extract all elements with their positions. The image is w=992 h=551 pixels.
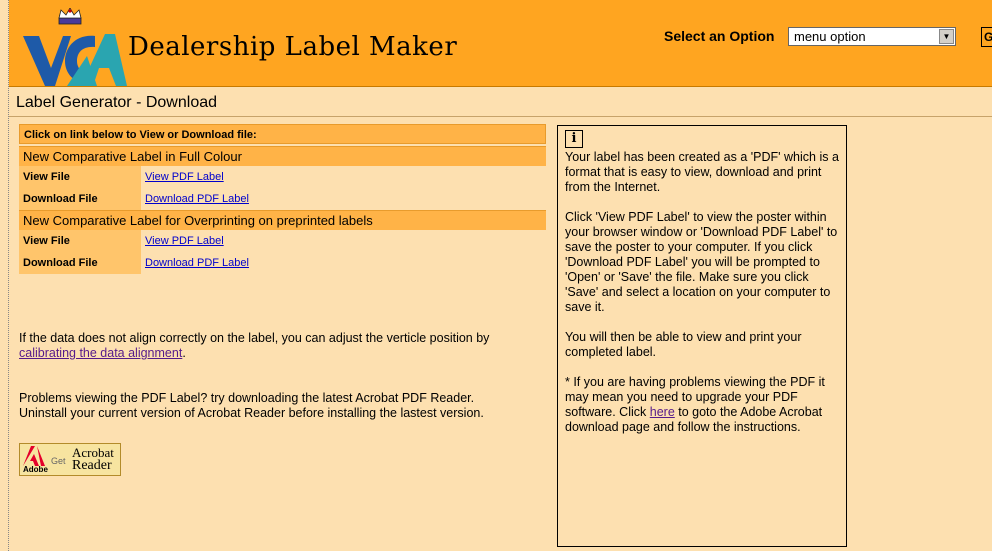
info-paragraph-upgrade: * If you are having problems viewing the… bbox=[565, 375, 825, 434]
chevron-down-icon[interactable]: ▼ bbox=[939, 29, 954, 44]
title-divider bbox=[9, 116, 992, 117]
go-button[interactable]: GO bbox=[981, 27, 992, 47]
downloads-table: Click on link below to View or Download … bbox=[19, 124, 546, 274]
info-paragraph-pdf: Your label has been created as a 'PDF' w… bbox=[565, 150, 839, 194]
download-pdf-link-full-colour[interactable]: Download PDF Label bbox=[145, 193, 249, 205]
view-file-label: View File bbox=[19, 166, 141, 188]
select-option-label: Select an Option bbox=[664, 28, 775, 44]
adobe-logo-icon bbox=[23, 446, 45, 466]
alignment-paragraph: If the data does not align correctly on … bbox=[19, 331, 490, 360]
download-file-label: Download File bbox=[19, 252, 141, 274]
reader-text: Reader bbox=[72, 458, 112, 473]
get-text: Get bbox=[51, 456, 66, 466]
adobe-text: Adobe bbox=[23, 465, 48, 474]
table-row: View File View PDF Label bbox=[19, 230, 546, 252]
section-title-full-colour: New Comparative Label in Full Colour bbox=[19, 146, 546, 166]
acrobat-paragraph: Problems viewing the PDF Label? try down… bbox=[19, 391, 484, 420]
view-pdf-link-full-colour[interactable]: View PDF Label bbox=[145, 171, 224, 183]
info-paragraph-print: You will then be able to view and print … bbox=[565, 330, 802, 359]
option-select-value: menu option bbox=[794, 29, 866, 44]
view-pdf-link-overprint[interactable]: View PDF Label bbox=[145, 235, 224, 247]
downloads-header: Click on link below to View or Download … bbox=[19, 124, 546, 144]
get-acrobat-reader-button[interactable]: Adobe Get Acrobat Reader bbox=[19, 443, 121, 476]
info-panel: i Your label has been created as a 'PDF'… bbox=[557, 125, 847, 547]
download-file-label: Download File bbox=[19, 188, 141, 210]
table-row: View File View PDF Label bbox=[19, 166, 546, 188]
download-pdf-link-overprint[interactable]: Download PDF Label bbox=[145, 257, 249, 269]
adobe-download-link[interactable]: here bbox=[650, 405, 675, 419]
table-row: Download File Download PDF Label bbox=[19, 188, 546, 210]
app-title: Dealership Label Maker bbox=[128, 32, 458, 62]
vca-logo-icon bbox=[23, 8, 127, 86]
info-icon: i bbox=[565, 130, 583, 148]
calibrate-alignment-link[interactable]: calibrating the data alignment bbox=[19, 346, 182, 360]
table-row: Download File Download PDF Label bbox=[19, 252, 546, 274]
header-bar: Dealership Label Maker Select an Option … bbox=[9, 0, 992, 87]
section-title-overprint: New Comparative Label for Overprinting o… bbox=[19, 210, 546, 230]
view-file-label: View File bbox=[19, 230, 141, 252]
option-select[interactable]: menu option ▼ bbox=[788, 27, 956, 46]
info-paragraph-instructions: Click 'View PDF Label' to view the poste… bbox=[565, 210, 838, 314]
left-frame-border bbox=[0, 0, 9, 551]
page-title: Label Generator - Download bbox=[16, 94, 218, 111]
